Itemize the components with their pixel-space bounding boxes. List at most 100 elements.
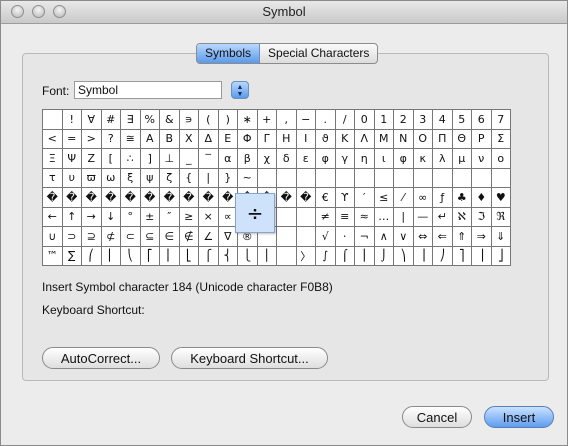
symbol-cell[interactable]: ⇐ bbox=[433, 227, 453, 247]
symbol-cell[interactable]: κ bbox=[413, 149, 433, 169]
symbol-cell[interactable]: ⌠ bbox=[335, 246, 355, 266]
symbol-cell[interactable]: ≈ bbox=[355, 207, 375, 227]
symbol-cell[interactable] bbox=[491, 168, 511, 188]
symbol-cell[interactable]: ∞ bbox=[413, 188, 433, 208]
symbol-cell[interactable]: ℵ bbox=[452, 207, 472, 227]
symbol-cell[interactable]: × bbox=[199, 207, 219, 227]
symbol-cell[interactable]: χ bbox=[257, 149, 277, 169]
symbol-cell[interactable]: ϖ bbox=[82, 168, 102, 188]
symbol-cell[interactable]: � bbox=[160, 188, 180, 208]
symbol-cell[interactable]: ο bbox=[491, 149, 511, 169]
symbol-cell[interactable]: ∗ bbox=[238, 110, 258, 130]
symbol-cell[interactable]: ⎩ bbox=[238, 246, 258, 266]
symbol-cell[interactable]: ⎞ bbox=[394, 246, 414, 266]
symbol-cell[interactable]: ⎤ bbox=[452, 246, 472, 266]
symbol-cell[interactable]: ♣ bbox=[452, 188, 472, 208]
symbol-cell[interactable]: — bbox=[413, 207, 433, 227]
symbol-cell[interactable]: Φ bbox=[238, 129, 258, 149]
symbol-cell[interactable]: � bbox=[62, 188, 82, 208]
symbol-cell[interactable] bbox=[452, 168, 472, 188]
symbol-cell[interactable] bbox=[277, 227, 297, 247]
symbol-cell[interactable] bbox=[43, 110, 63, 130]
symbol-cell[interactable]: # bbox=[101, 110, 121, 130]
symbol-cell[interactable]: � bbox=[101, 188, 121, 208]
symbol-cell[interactable]: & bbox=[160, 110, 180, 130]
symbol-cell[interactable]: � bbox=[199, 188, 219, 208]
symbol-cell[interactable]: φ bbox=[394, 149, 414, 169]
symbol-cell[interactable] bbox=[472, 168, 492, 188]
symbol-cell[interactable]: | bbox=[199, 168, 219, 188]
symbol-cell[interactable]: Ε bbox=[218, 129, 238, 149]
symbol-cell[interactable]: ⇑ bbox=[452, 227, 472, 247]
symbol-cell[interactable]: = bbox=[62, 129, 82, 149]
symbol-cell[interactable]: Ρ bbox=[472, 129, 492, 149]
symbol-cell[interactable]: ∧ bbox=[374, 227, 394, 247]
symbol-cell[interactable]: ↓ bbox=[101, 207, 121, 227]
tab-symbols[interactable]: Symbols bbox=[197, 44, 261, 63]
symbol-cell[interactable]: < bbox=[43, 129, 63, 149]
keyboard-shortcut-button[interactable]: Keyboard Shortcut... bbox=[171, 347, 328, 369]
symbol-cell[interactable]: Π bbox=[433, 129, 453, 149]
symbol-cell[interactable]: Σ bbox=[491, 129, 511, 149]
symbol-cell[interactable]: ƒ bbox=[433, 188, 453, 208]
symbol-cell[interactable]: ← bbox=[43, 207, 63, 227]
symbol-cell[interactable]: Δ bbox=[199, 129, 219, 149]
symbol-cell[interactable]: η bbox=[355, 149, 375, 169]
symbol-cell[interactable] bbox=[277, 246, 297, 266]
symbol-cell[interactable]: ≠ bbox=[316, 207, 336, 227]
symbol-cell[interactable] bbox=[413, 168, 433, 188]
symbol-cell[interactable]: ⎡ bbox=[140, 246, 160, 266]
symbol-cell[interactable]: ′ bbox=[355, 188, 375, 208]
symbol-cell[interactable]: ∈ bbox=[160, 227, 180, 247]
symbol-cell[interactable]: , bbox=[277, 110, 297, 130]
symbol-cell[interactable] bbox=[296, 207, 316, 227]
symbol-cell[interactable]: ι bbox=[374, 149, 394, 169]
symbol-cell[interactable]: ⎠ bbox=[433, 246, 453, 266]
symbol-cell[interactable] bbox=[257, 168, 277, 188]
symbol-cell[interactable]: ⊂ bbox=[121, 227, 141, 247]
symbol-cell[interactable]: − bbox=[296, 110, 316, 130]
symbol-cell[interactable]: ν bbox=[472, 149, 492, 169]
symbol-cell[interactable]: � bbox=[140, 188, 160, 208]
symbol-cell[interactable]: . bbox=[316, 110, 336, 130]
symbol-cell[interactable]: λ bbox=[433, 149, 453, 169]
insert-button[interactable]: Insert bbox=[484, 406, 554, 428]
symbol-cell[interactable]: τ bbox=[43, 168, 63, 188]
symbol-cell[interactable]: ♥ bbox=[491, 188, 511, 208]
symbol-cell[interactable]: Ι bbox=[296, 129, 316, 149]
symbol-cell[interactable]: ∉ bbox=[179, 227, 199, 247]
symbol-cell[interactable]: ⇓ bbox=[491, 227, 511, 247]
symbol-cell[interactable]: ξ bbox=[121, 168, 141, 188]
symbol-cell[interactable]: [ bbox=[101, 149, 121, 169]
symbol-cell[interactable]: ∑ bbox=[62, 246, 82, 266]
symbol-cell[interactable]: ϒ bbox=[335, 188, 355, 208]
symbol-cell[interactable]: ( bbox=[199, 110, 219, 130]
symbol-cell[interactable]: Η bbox=[277, 129, 297, 149]
symbol-cell[interactable]: Α bbox=[140, 129, 160, 149]
symbol-cell[interactable] bbox=[296, 227, 316, 247]
symbol-cell[interactable]: ° bbox=[121, 207, 141, 227]
symbol-cell[interactable]: ⇔ bbox=[413, 227, 433, 247]
symbol-cell[interactable]: ε bbox=[296, 149, 316, 169]
symbol-cell[interactable]: _ bbox=[179, 149, 199, 169]
symbol-cell[interactable]: ⎥ bbox=[472, 246, 492, 266]
symbol-cell[interactable]: � bbox=[43, 188, 63, 208]
symbol-cell[interactable]: ∪ bbox=[43, 227, 63, 247]
symbol-cell[interactable]: ≤ bbox=[374, 188, 394, 208]
symbol-cell[interactable]: � bbox=[296, 188, 316, 208]
symbol-cell[interactable]: ⎝ bbox=[121, 246, 141, 266]
symbol-cell[interactable]: Μ bbox=[374, 129, 394, 149]
symbol-cell[interactable]: ⇒ bbox=[472, 227, 492, 247]
symbol-cell[interactable]: ⁄ bbox=[394, 188, 414, 208]
symbol-cell[interactable]: ⊆ bbox=[140, 227, 160, 247]
symbol-cell[interactable]: ϑ bbox=[316, 129, 336, 149]
symbol-cell[interactable]: ζ bbox=[160, 168, 180, 188]
symbol-cell[interactable]: ⎮ bbox=[355, 246, 375, 266]
symbol-cell[interactable]: φ bbox=[316, 149, 336, 169]
symbol-cell[interactable]: + bbox=[257, 110, 277, 130]
symbol-cell[interactable]: 6 bbox=[472, 110, 492, 130]
symbol-cell[interactable]: Ξ bbox=[43, 149, 63, 169]
symbol-cell[interactable]: 5 bbox=[452, 110, 472, 130]
symbol-cell[interactable]: δ bbox=[277, 149, 297, 169]
symbol-cell[interactable]: ∠ bbox=[199, 227, 219, 247]
